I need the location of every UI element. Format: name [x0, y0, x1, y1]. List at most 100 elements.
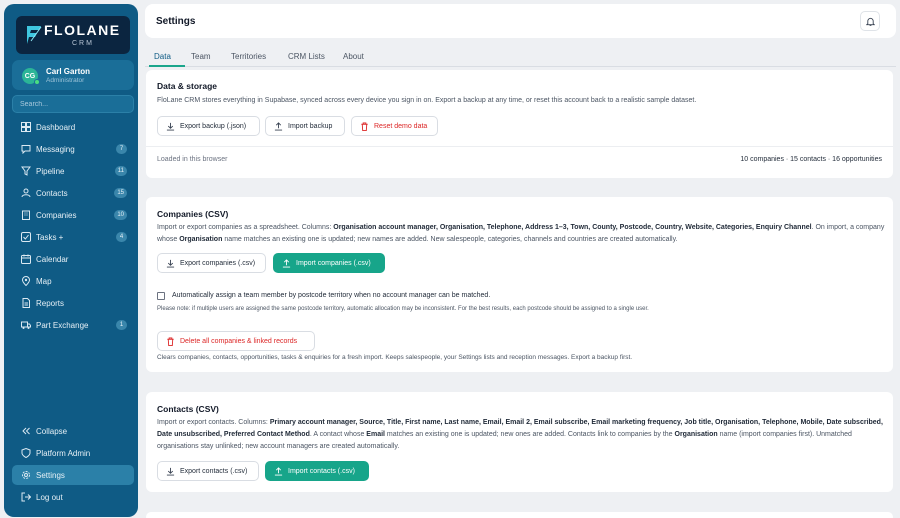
truck-icon — [21, 321, 31, 329]
search-input[interactable] — [12, 95, 134, 113]
import-contacts-button[interactable]: Import contacts (.csv) — [265, 461, 369, 481]
tab-about[interactable]: About — [343, 52, 364, 61]
upload-icon — [282, 258, 291, 268]
sidebar-item-label: Dashboard — [36, 123, 76, 132]
sidebar-item-pipeline[interactable]: Pipeline 11 — [12, 161, 134, 181]
tasks-icon — [21, 232, 31, 242]
sidebar-item-dashboard[interactable]: Dashboard — [12, 117, 134, 137]
logout-button[interactable]: Log out — [12, 487, 134, 507]
dashboard-icon — [21, 122, 31, 132]
auto-assign-checkbox[interactable] — [157, 292, 165, 300]
sidebar-item-label: Calendar — [36, 255, 69, 264]
count-badge: 11 — [114, 166, 127, 176]
button-label: Reset demo data — [374, 122, 428, 130]
shield-icon — [21, 448, 31, 458]
card-title: Contacts (CSV) — [157, 404, 219, 414]
notifications-button[interactable] — [860, 11, 880, 31]
delete-all-companies-button[interactable]: Delete all companies & linked records — [157, 331, 315, 351]
card-title: Data & storage — [157, 81, 217, 91]
sidebar-item-contacts[interactable]: Contacts 15 — [12, 183, 134, 203]
tab-data[interactable]: Data — [154, 52, 171, 61]
companies-csv-card: Companies (CSV) Import or export compani… — [146, 197, 893, 372]
button-label: Import companies (.csv) — [296, 259, 371, 267]
top-header: Settings — [145, 4, 896, 38]
pipeline-icon — [21, 166, 31, 176]
sidebar-item-label: Map — [36, 277, 52, 286]
button-label: Import backup — [288, 122, 333, 130]
upload-icon — [274, 121, 283, 131]
data-storage-card: Data & storage FloLane CRM stores everyt… — [146, 70, 893, 178]
import-backup-button[interactable]: Import backup — [265, 116, 345, 136]
flolane-logo-icon — [27, 26, 42, 44]
count-badge: 4 — [116, 232, 127, 242]
sidebar-item-settings[interactable]: Settings — [12, 465, 134, 485]
trash-icon — [167, 336, 174, 346]
collapse-icon — [22, 427, 30, 435]
sidebar-item-label: Contacts — [36, 189, 68, 198]
sidebar-item-platform-admin[interactable]: Platform Admin — [12, 443, 134, 463]
card-description: Import or export contacts. Columns: Prim… — [157, 419, 883, 450]
reports-icon — [22, 298, 30, 308]
brand-sub: CRM — [72, 40, 94, 47]
tab-territories[interactable]: Territories — [231, 52, 266, 61]
tab-team[interactable]: Team — [191, 52, 211, 61]
settings-tabs: Data Team Territories CRM Lists About — [145, 47, 896, 67]
bell-icon — [865, 17, 875, 26]
download-icon — [166, 467, 175, 476]
sidebar-item-label: Companies — [36, 211, 77, 220]
sidebar-item-companies[interactable]: Companies 10 — [12, 205, 134, 225]
sidebar-item-calendar[interactable]: Calendar — [12, 249, 134, 269]
active-tab-indicator — [149, 65, 185, 67]
companies-icon — [22, 210, 30, 220]
collapse-button[interactable]: Collapse — [12, 421, 134, 441]
card-description: Import or export companies as a spreadsh… — [157, 224, 885, 243]
record-counts-text: 10 companies · 15 contacts · 16 opportun… — [740, 156, 882, 163]
user-card[interactable]: CG Carl Garton Administrator — [12, 60, 134, 90]
upload-icon — [274, 466, 283, 476]
logout-icon — [21, 492, 31, 502]
button-label: Import contacts (.csv) — [288, 467, 355, 475]
card-description: FloLane CRM stores everything in Supabas… — [157, 97, 697, 104]
delete-description: Clears companies, contacts, opportunitie… — [157, 354, 633, 361]
sidebar-item-label: Messaging — [36, 145, 75, 154]
gear-icon — [22, 471, 30, 479]
export-backup-button[interactable]: Export backup (.json) — [157, 116, 260, 136]
brand-name: FLOLANE — [44, 22, 121, 38]
storage-location-text: Loaded in this browser — [157, 156, 228, 163]
button-label: Export backup (.json) — [180, 122, 247, 130]
reset-demo-button[interactable]: Reset demo data — [351, 116, 438, 136]
map-icon — [21, 276, 31, 286]
count-badge: 15 — [114, 188, 127, 198]
sidebar-item-label: Reports — [36, 299, 65, 308]
count-badge: 7 — [116, 144, 127, 154]
card-divider — [146, 146, 893, 147]
sidebar-item-reports[interactable]: Reports — [12, 293, 134, 313]
territory-note: Please note: if multiple users are assig… — [157, 306, 649, 312]
download-icon — [166, 122, 175, 131]
auto-assign-label: Automatically assign a team member by po… — [172, 292, 491, 299]
import-companies-button[interactable]: Import companies (.csv) — [273, 253, 385, 273]
sidebar-item-label: Log out — [36, 493, 63, 502]
sidebar-item-label: Pipeline — [36, 167, 65, 176]
download-icon — [166, 259, 175, 268]
card-title: Companies (CSV) — [157, 209, 229, 219]
sidebar-item-part-exchange[interactable]: Part Exchange 1 — [12, 315, 134, 335]
export-contacts-button[interactable]: Export contacts (.csv) — [157, 461, 259, 481]
sidebar-item-map[interactable]: Map — [12, 271, 134, 291]
contacts-icon — [21, 188, 31, 198]
export-companies-button[interactable]: Export companies (.csv) — [157, 253, 266, 273]
page-title: Settings — [156, 16, 196, 27]
calendar-icon — [21, 254, 31, 264]
count-badge: 10 — [114, 210, 127, 220]
contacts-csv-card: Contacts (CSV) Import or export contacts… — [146, 392, 893, 492]
sidebar: FLOLANE CRM CG Carl Garton Administrator… — [4, 4, 138, 517]
messaging-icon — [21, 145, 31, 154]
user-role: Administrator — [46, 77, 85, 84]
trash-icon — [361, 121, 368, 131]
brand-logo[interactable]: FLOLANE CRM — [16, 16, 130, 54]
online-status-dot — [34, 79, 40, 85]
sidebar-item-tasks[interactable]: Tasks + 4 — [12, 227, 134, 247]
tab-crm-lists[interactable]: CRM Lists — [288, 52, 325, 61]
count-badge: 1 — [116, 320, 127, 330]
sidebar-item-messaging[interactable]: Messaging 7 — [12, 139, 134, 159]
